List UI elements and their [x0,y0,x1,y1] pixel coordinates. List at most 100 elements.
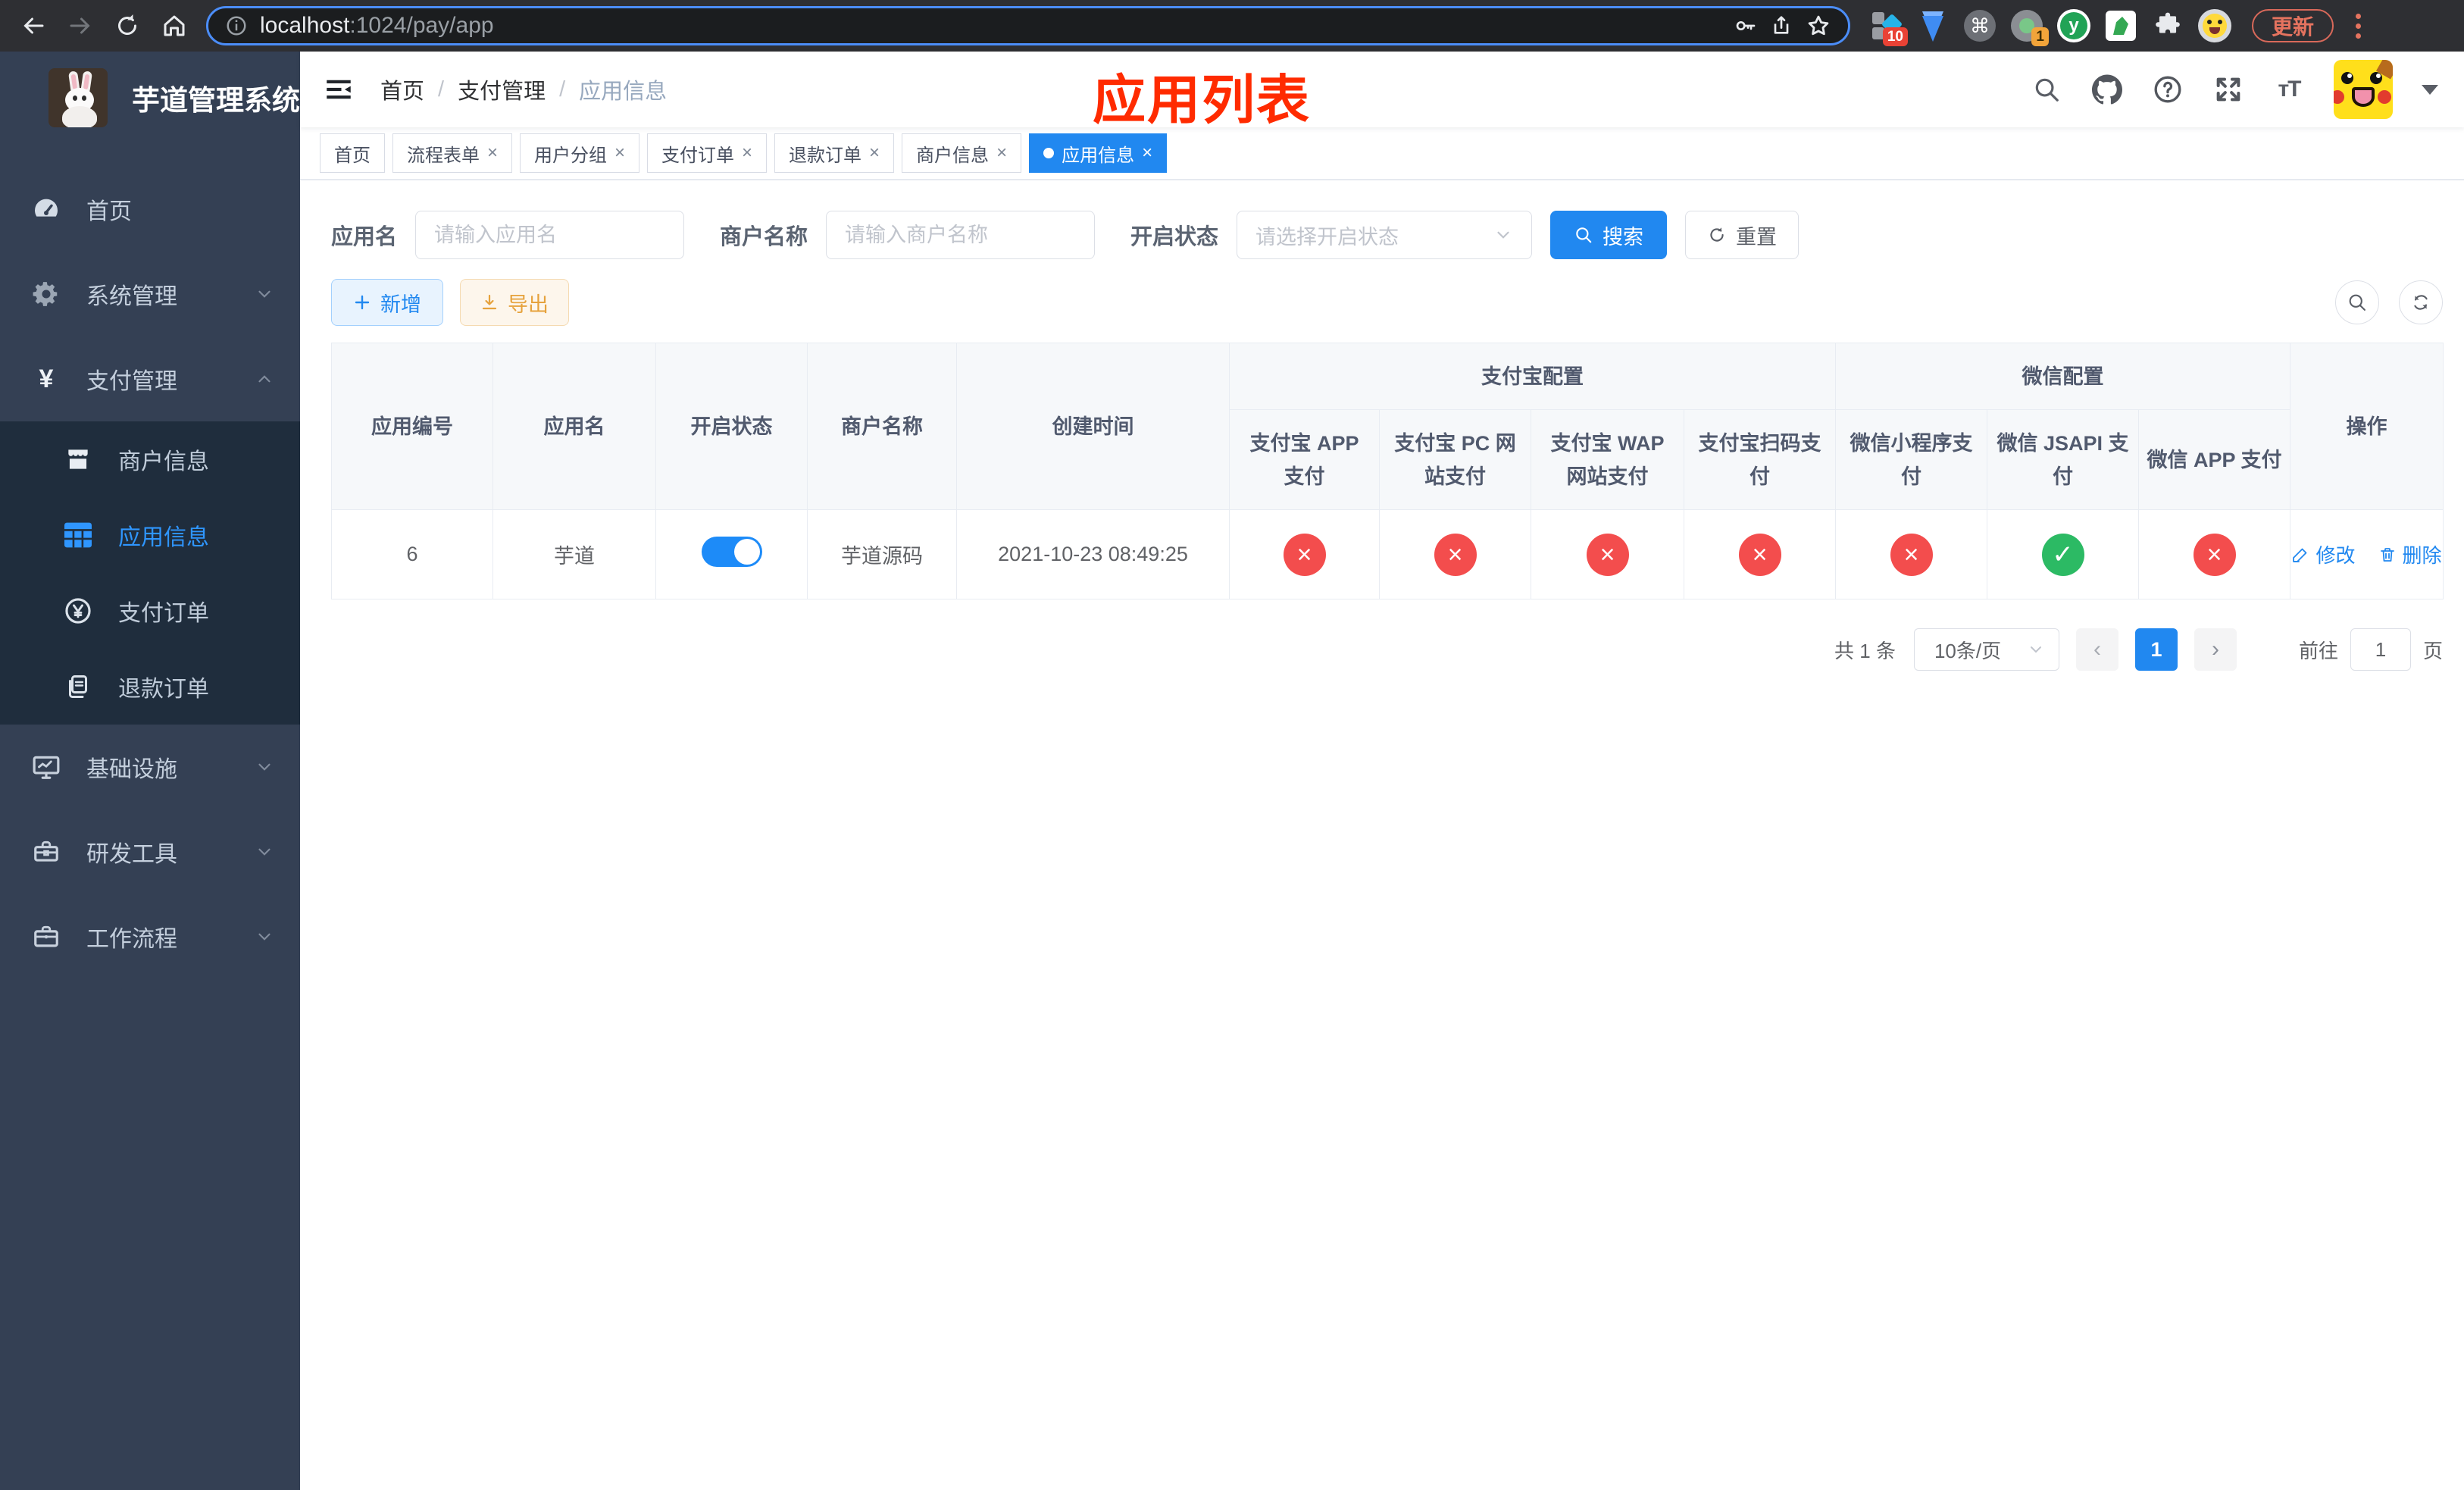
help-icon[interactable] [2152,74,2184,105]
browser-reload-button[interactable] [106,5,149,47]
sidebar-collapse-button[interactable] [323,74,355,105]
merchant-name-input[interactable] [826,211,1096,259]
hamburger-icon [327,80,351,99]
sidebar-item-pay-order[interactable]: 支付订单 [0,573,300,649]
close-icon[interactable]: × [996,142,1007,164]
col-merchant: 商户名称 [807,343,957,510]
breadcrumb: 首页 / 支付管理 / 应用信息 [380,74,667,105]
document-copy-icon [61,673,95,700]
sidebar-item-app-info[interactable]: 应用信息 [0,497,300,573]
search-button[interactable]: 搜索 [1550,211,1668,259]
extension-gem-icon[interactable] [1915,8,1950,43]
page-size-select[interactable]: 10条/页 [1913,628,2059,671]
search-icon [1576,227,1592,243]
share-icon[interactable] [1769,14,1793,38]
sidebar-item-workflow[interactable]: 工作流程 [0,894,300,979]
extension-yudao-icon[interactable]: y [2056,8,2091,43]
cell-merchant: 芋道源码 [807,509,957,599]
page-title-annotation: 应用列表 [1093,70,1311,130]
prev-page-button[interactable]: ‹ [2075,628,2118,671]
sidebar-item-merchant-info[interactable]: 商户信息 [0,421,300,497]
chevron-down-icon [2030,646,2041,653]
tab-pay-order[interactable]: 支付订单 × [647,133,768,173]
wechat-mini-status-icon: × [1890,533,1933,576]
sidebar: 芋道管理系统 首页 系统管理 ¥ 支付管理 商户信息 应用信息 支付订单 退款订… [0,52,300,1490]
download-icon [482,294,497,310]
next-page-button[interactable]: › [2194,628,2237,671]
status-select[interactable]: 请选择开启状态 [1237,211,1533,259]
sidebar-item-home[interactable]: 首页 [0,167,300,252]
col-status: 开启状态 [655,343,808,510]
tab-user-group[interactable]: 用户分组 × [520,133,640,173]
col-actions: 操作 [2290,343,2444,510]
browser-back-button[interactable] [12,5,55,47]
col-alipay-qr: 支付宝扫码支付 [1684,409,1836,510]
close-icon[interactable]: × [869,142,880,164]
chrome-update-button[interactable]: 更新 [2252,9,2334,42]
group-alipay-config: 支付宝配置 [1229,343,1836,410]
enabled-toggle[interactable] [701,537,762,567]
page-number-1[interactable]: 1 [2134,628,2178,671]
reset-button[interactable]: 重置 [1685,211,1800,259]
sidebar-item-infrastructure[interactable]: 基础设施 [0,725,300,809]
user-avatar[interactable] [2334,60,2393,119]
extension-recorder-icon[interactable]: 1 [2009,8,2049,46]
main-area: 首页 / 支付管理 / 应用信息 应用列表 тT 首页 流程表单 × 用户分组 … [300,52,2464,1490]
close-icon[interactable]: × [487,142,498,164]
font-size-icon[interactable]: тT [2273,74,2305,105]
sidebar-item-refund-order[interactable]: 退款订单 [0,649,300,725]
export-button[interactable]: 导出 [460,279,569,326]
sidebar-logo[interactable]: 芋道管理系统 [0,52,300,144]
grid-table-icon [61,521,95,549]
wechat-jsapi-status-icon: ✓ [2041,533,2084,576]
tab-refund-order[interactable]: 退款订单 × [774,133,895,173]
chrome-menu-button[interactable] [2343,9,2373,42]
extension-badge: 10 [1882,27,1908,46]
header-search-icon[interactable] [2031,74,2062,105]
store-icon [61,445,95,474]
bookmark-star-icon[interactable] [1806,13,1831,39]
refresh-table-button[interactable] [2399,280,2443,324]
avatar-caret-icon[interactable] [2422,84,2438,95]
show-search-button[interactable] [2335,280,2379,324]
profile-avatar-icon[interactable] [2197,8,2232,43]
payment-submenu: 商户信息 应用信息 支付订单 退款订单 [0,421,300,725]
extension-command-icon[interactable]: ⌘ [1962,8,1997,43]
breadcrumb-payment[interactable]: 支付管理 [458,74,546,105]
tab-merchant-info[interactable]: 商户信息 × [902,133,1022,173]
tab-home[interactable]: 首页 [320,133,385,173]
close-icon[interactable]: × [614,142,625,164]
edit-pencil-icon [2293,548,2307,562]
extension-grid-diamond-icon[interactable]: 10 [1868,8,1908,46]
col-wechat-jsapi: 微信 JSAPI 支付 [1987,409,2139,510]
extensions-puzzle-icon[interactable] [2150,8,2185,43]
browser-forward-button[interactable] [59,5,102,47]
edit-link[interactable]: 修改 [2291,540,2356,568]
github-icon[interactable] [2091,74,2123,105]
cell-app-id: 6 [331,509,493,599]
sidebar-item-payment[interactable]: ¥ 支付管理 [0,337,300,421]
sidebar-menu: 首页 系统管理 ¥ 支付管理 商户信息 应用信息 支付订单 退款订单 基础设施 … [0,167,300,979]
alipay-app-status-icon: × [1283,533,1326,576]
add-button[interactable]: 新增 [331,279,443,326]
app-name-input[interactable] [415,211,685,259]
navbar: 首页 / 支付管理 / 应用信息 应用列表 тT [300,52,2464,130]
delete-link[interactable]: 删除 [2378,540,2442,568]
tab-app-info[interactable]: 应用信息 × [1029,133,1168,173]
close-icon[interactable]: × [1142,142,1152,164]
site-info-icon[interactable] [225,14,248,37]
sidebar-item-system[interactable]: 系统管理 [0,252,300,337]
password-key-icon[interactable] [1733,14,1757,38]
address-bar[interactable]: localhost:1024/pay/app [206,6,1850,45]
goto-page-input[interactable] [2350,628,2411,671]
breadcrumb-home[interactable]: 首页 [380,74,424,105]
chevron-down-icon [255,284,274,304]
extension-notes-icon[interactable] [2103,8,2138,43]
browser-home-button[interactable] [153,5,195,47]
goto-label: 前往 [2298,639,2338,662]
tab-process-form[interactable]: 流程表单 × [392,133,513,173]
close-icon[interactable]: × [742,142,752,164]
fullscreen-icon[interactable] [2212,74,2244,105]
sidebar-item-dev-tools[interactable]: 研发工具 [0,809,300,894]
chevron-down-icon [255,927,274,947]
